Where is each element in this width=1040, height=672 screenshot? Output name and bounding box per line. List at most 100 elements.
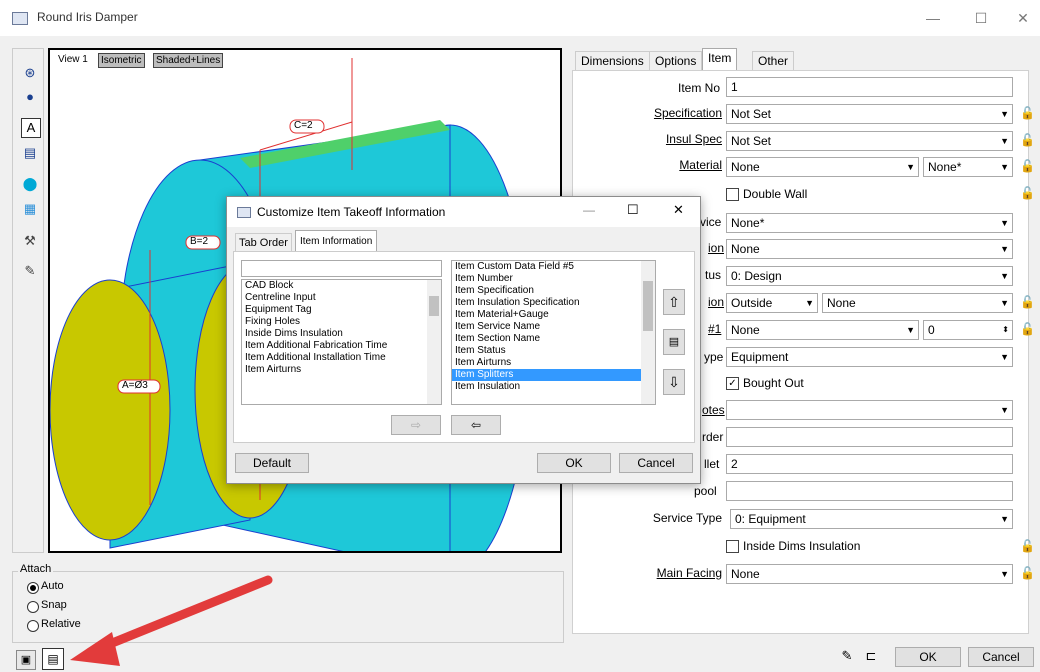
scrollbar[interactable] [641, 261, 655, 404]
dialog-filter-input[interactable] [241, 260, 442, 277]
list-item[interactable]: Item Additional Installation Time [242, 352, 441, 364]
list-item[interactable]: Item Insulation Specification [452, 297, 655, 309]
unlock-icon[interactable]: 🔓 [1020, 566, 1035, 580]
properties-icon[interactable]: ▤ [21, 144, 39, 162]
unlock-icon[interactable]: 🔓 [1020, 106, 1035, 120]
main-facing-select[interactable]: None ▼ [726, 564, 1013, 584]
pencil-icon[interactable]: ✎ [838, 648, 856, 666]
pencil-icon[interactable]: ✎ [21, 262, 39, 280]
double-wall-label: Double Wall [743, 187, 808, 201]
move-up-button[interactable]: ⇧ [663, 289, 685, 315]
order-input[interactable] [726, 427, 1013, 447]
remove-left-button[interactable]: ⇦ [451, 415, 501, 435]
list-item[interactable]: Item Insulation [452, 381, 655, 393]
selected-fields-list[interactable]: Item Custom Data Field #5 Item Number It… [451, 260, 656, 405]
spool-input[interactable] [726, 481, 1013, 501]
list-item[interactable]: Item Custom Data Field #5 [452, 261, 655, 273]
insulation-label[interactable]: ion [708, 295, 724, 309]
insul-spec-select[interactable]: Not Set ▼ [726, 131, 1013, 151]
bought-out-checkbox[interactable]: ✓ [726, 377, 739, 390]
dialog-tab-item-information[interactable]: Item Information [295, 230, 378, 252]
list-item[interactable]: Item Additional Fabrication Time [242, 340, 441, 352]
radio-snap[interactable] [27, 601, 39, 613]
insulation-position-select[interactable]: Outside ▼ [726, 293, 818, 313]
section-label[interactable]: ion [708, 241, 724, 255]
dialog-ok-button[interactable]: OK [537, 453, 611, 473]
minimize-button[interactable]: — [918, 6, 948, 30]
dialog-close-button[interactable]: ✕ [673, 202, 684, 218]
cid-select[interactable]: None ▼ [726, 320, 919, 340]
view-toggle-icon[interactable]: ⊏ [862, 648, 880, 666]
list-item[interactable]: Item Section Name [452, 333, 655, 345]
cid-label[interactable]: #1 [708, 322, 721, 336]
main-facing-label[interactable]: Main Facing [562, 566, 722, 580]
dialog-cancel-button[interactable]: Cancel [619, 453, 693, 473]
list-item[interactable]: Equipment Tag [242, 304, 441, 316]
list-item[interactable]: CAD Block [242, 280, 441, 292]
notes-select[interactable]: ▼ [726, 400, 1013, 420]
rotate-icon[interactable]: ⊛ [21, 64, 39, 82]
list-item[interactable]: Inside Dims Insulation [242, 328, 441, 340]
material-select[interactable]: None ▼ [726, 157, 919, 177]
insulation-select[interactable]: None ▼ [822, 293, 1013, 313]
dialog-minimize-button[interactable]: — [583, 203, 595, 217]
notes-label[interactable]: otes [702, 403, 725, 417]
dialog-maximize-button[interactable]: ☐ [627, 202, 639, 218]
unlock-icon[interactable]: 🔓 [1020, 133, 1035, 147]
chevron-down-icon: ▼ [805, 298, 814, 308]
pallet-input[interactable]: 2 [726, 454, 1013, 474]
unlock-icon[interactable]: 🔓 [1020, 322, 1035, 336]
item-no-input[interactable]: 1 [726, 77, 1013, 97]
ok-button[interactable]: OK [895, 647, 961, 667]
specification-select[interactable]: Not Set ▼ [726, 104, 1013, 124]
radio-relative[interactable] [27, 620, 39, 632]
dialog-tab-tab-order[interactable]: Tab Order [235, 233, 292, 252]
text-a-icon[interactable]: A [21, 118, 41, 138]
hammer-icon[interactable]: ⚒ [21, 232, 39, 250]
specification-label[interactable]: Specification [562, 106, 722, 120]
tab-options[interactable]: Options [649, 51, 703, 70]
material-label[interactable]: Material [562, 158, 722, 172]
item-properties-button[interactable]: ▤ [663, 329, 685, 355]
close-button[interactable]: ✕ [1008, 6, 1038, 30]
list-item[interactable]: Item Airturns [452, 357, 655, 369]
list-item[interactable]: Item Material+Gauge [452, 309, 655, 321]
tab-other[interactable]: Other [752, 51, 795, 70]
sphere-icon[interactable]: ● [21, 88, 39, 106]
grid-icon[interactable]: ▦ [21, 200, 39, 218]
available-fields-list[interactable]: CAD Block Centreline Input Equipment Tag… [241, 279, 442, 405]
scrollbar[interactable] [427, 280, 441, 404]
list-item[interactable]: Item Status [452, 345, 655, 357]
double-wall-checkbox[interactable] [726, 188, 739, 201]
list-item[interactable]: Item Specification [452, 285, 655, 297]
cid-number-stepper[interactable]: 0 ⬍ [923, 320, 1013, 340]
circle-icon[interactable]: ⬤ [21, 175, 39, 193]
list-item[interactable]: Fixing Holes [242, 316, 441, 328]
section-select[interactable]: None ▼ [726, 239, 1013, 259]
tab-item[interactable]: Item [702, 48, 738, 71]
status-select[interactable]: 0: Design ▼ [726, 266, 1013, 286]
tab-dimensions[interactable]: Dimensions [575, 51, 650, 70]
list-item-selected[interactable]: Item Splitters [452, 369, 655, 381]
gauge-select[interactable]: None* ▼ [923, 157, 1013, 177]
unlock-icon[interactable]: 🔓 [1020, 295, 1035, 309]
default-button[interactable]: Default [235, 453, 309, 473]
unlock-icon[interactable]: 🔓 [1020, 159, 1035, 173]
unlock-icon[interactable]: 🔓 [1020, 186, 1035, 200]
cancel-button[interactable]: Cancel [968, 647, 1034, 667]
radio-auto[interactable] [27, 582, 39, 594]
inside-dims-checkbox[interactable] [726, 540, 739, 553]
service-type-select[interactable]: 0: Equipment ▼ [730, 509, 1013, 529]
list-item[interactable]: Item Number [452, 273, 655, 285]
type-select[interactable]: Equipment ▼ [726, 347, 1013, 367]
maximize-button[interactable]: ☐ [966, 6, 996, 30]
list-item[interactable]: Item Service Name [452, 321, 655, 333]
preview-icon[interactable]: ▣ [16, 650, 36, 670]
list-item[interactable]: Item Airturns [242, 364, 441, 376]
add-right-button[interactable]: ⇨ [391, 415, 441, 435]
unlock-icon[interactable]: 🔓 [1020, 539, 1035, 553]
move-down-button[interactable]: ⇩ [663, 369, 685, 395]
service-select[interactable]: None* ▼ [726, 213, 1013, 233]
insul-spec-label[interactable]: Insul Spec [562, 132, 722, 146]
list-item[interactable]: Centreline Input [242, 292, 441, 304]
